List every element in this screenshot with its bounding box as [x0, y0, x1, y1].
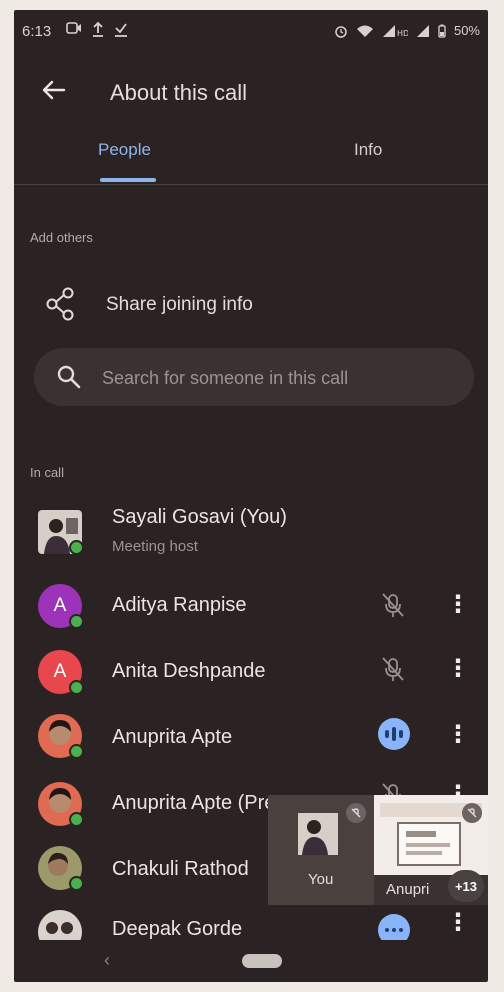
mic-off-icon[interactable] [378, 590, 408, 620]
presence-dot [69, 540, 84, 555]
participant-name: Deepak Gorde [112, 918, 243, 940]
battery-icon [438, 24, 446, 38]
share-icon [46, 287, 74, 321]
app-bar: About this call [14, 58, 488, 118]
self-video-tile[interactable]: You [268, 795, 374, 905]
more-vert-icon[interactable]: ⋮ [446, 654, 470, 684]
phone-screen: 6:13 HD 50% About this call People Info … [14, 10, 488, 982]
status-notification-icons [66, 21, 128, 37]
overflow-count-badge[interactable]: +13 [448, 870, 484, 902]
upload-icon [93, 21, 103, 37]
mic-off-icon [346, 803, 366, 823]
participant-row-anuprita[interactable]: Anuprita Apte ⋮ [14, 702, 488, 766]
system-nav-bar: ‹ [14, 942, 488, 982]
presence-dot [69, 744, 84, 759]
arrow-left-icon [42, 80, 66, 100]
svg-text:HD: HD [397, 29, 408, 38]
more-vert-icon[interactable]: ⋮ [446, 590, 470, 620]
search-icon [57, 365, 81, 389]
avatar [38, 510, 84, 555]
nav-home-pill[interactable] [242, 954, 282, 968]
avatar [38, 782, 84, 827]
participant-row-deepak[interactable]: Deepak Gorde ⋮ [14, 900, 488, 940]
alarm-icon [335, 25, 347, 38]
signal-hd-icon: HD [382, 24, 408, 38]
nav-back-icon[interactable]: ‹ [104, 950, 110, 971]
participant-role: Meeting host [112, 538, 198, 555]
avatar [38, 910, 82, 940]
signal-icon [416, 24, 429, 37]
speaking-indicator-icon[interactable] [378, 718, 410, 750]
add-others-label: Add others [30, 230, 93, 245]
participant-name: Chakuli Rathod [112, 858, 249, 880]
avatar: A [38, 584, 84, 629]
search-box[interactable] [34, 348, 474, 408]
presence-dot [69, 812, 84, 827]
participant-row-aditya[interactable]: A Aditya Ranpise ⋮ [14, 570, 488, 634]
status-system-icons: HD 50% [334, 23, 480, 38]
tab-people[interactable]: People [98, 140, 151, 160]
participant-name: Sayali Gosavi (You) [112, 506, 287, 528]
self-tile-label: You [308, 871, 334, 888]
battery-percent: 50% [453, 23, 480, 38]
participant-row-sayali[interactable]: Sayali Gosavi (You) Meeting host [14, 500, 488, 564]
more-vert-icon[interactable]: ⋮ [446, 908, 470, 938]
search-input[interactable] [100, 348, 464, 408]
status-time: 6:13 [22, 23, 52, 40]
page-title: About this call [110, 80, 247, 105]
participant-name: Anita Deshpande [112, 660, 266, 682]
share-joining-info-label: Share joining info [106, 294, 253, 315]
avatar: A [38, 650, 84, 695]
download-done-icon [115, 23, 127, 37]
screen-record-icon [66, 22, 81, 34]
in-call-label: In call [30, 465, 64, 480]
wifi-icon [356, 25, 373, 37]
mic-off-icon [462, 803, 482, 823]
avatar-photo [38, 910, 82, 940]
participant-row-anita[interactable]: A Anita Deshpande ⋮ [14, 636, 488, 700]
other-tile-label: Anupri [386, 881, 430, 898]
presence-dot [69, 614, 84, 629]
participant-name: Anuprita Apte [112, 726, 233, 748]
participant-name: Aditya Ranpise [112, 594, 247, 616]
avatar [38, 714, 84, 759]
presence-dot [69, 876, 84, 891]
speaking-indicator-icon[interactable] [378, 914, 410, 940]
avatar [38, 846, 84, 891]
presence-dot [69, 680, 84, 695]
mic-off-icon[interactable] [378, 654, 408, 684]
more-vert-icon[interactable]: ⋮ [446, 720, 470, 750]
tab-info[interactable]: Info [354, 140, 382, 160]
back-button[interactable] [34, 70, 74, 110]
share-joining-info-button[interactable]: Share joining info [14, 278, 488, 334]
tabs-divider [14, 184, 488, 185]
status-bar: 6:13 HD 50% [14, 10, 488, 50]
tab-selected-indicator [100, 178, 156, 182]
